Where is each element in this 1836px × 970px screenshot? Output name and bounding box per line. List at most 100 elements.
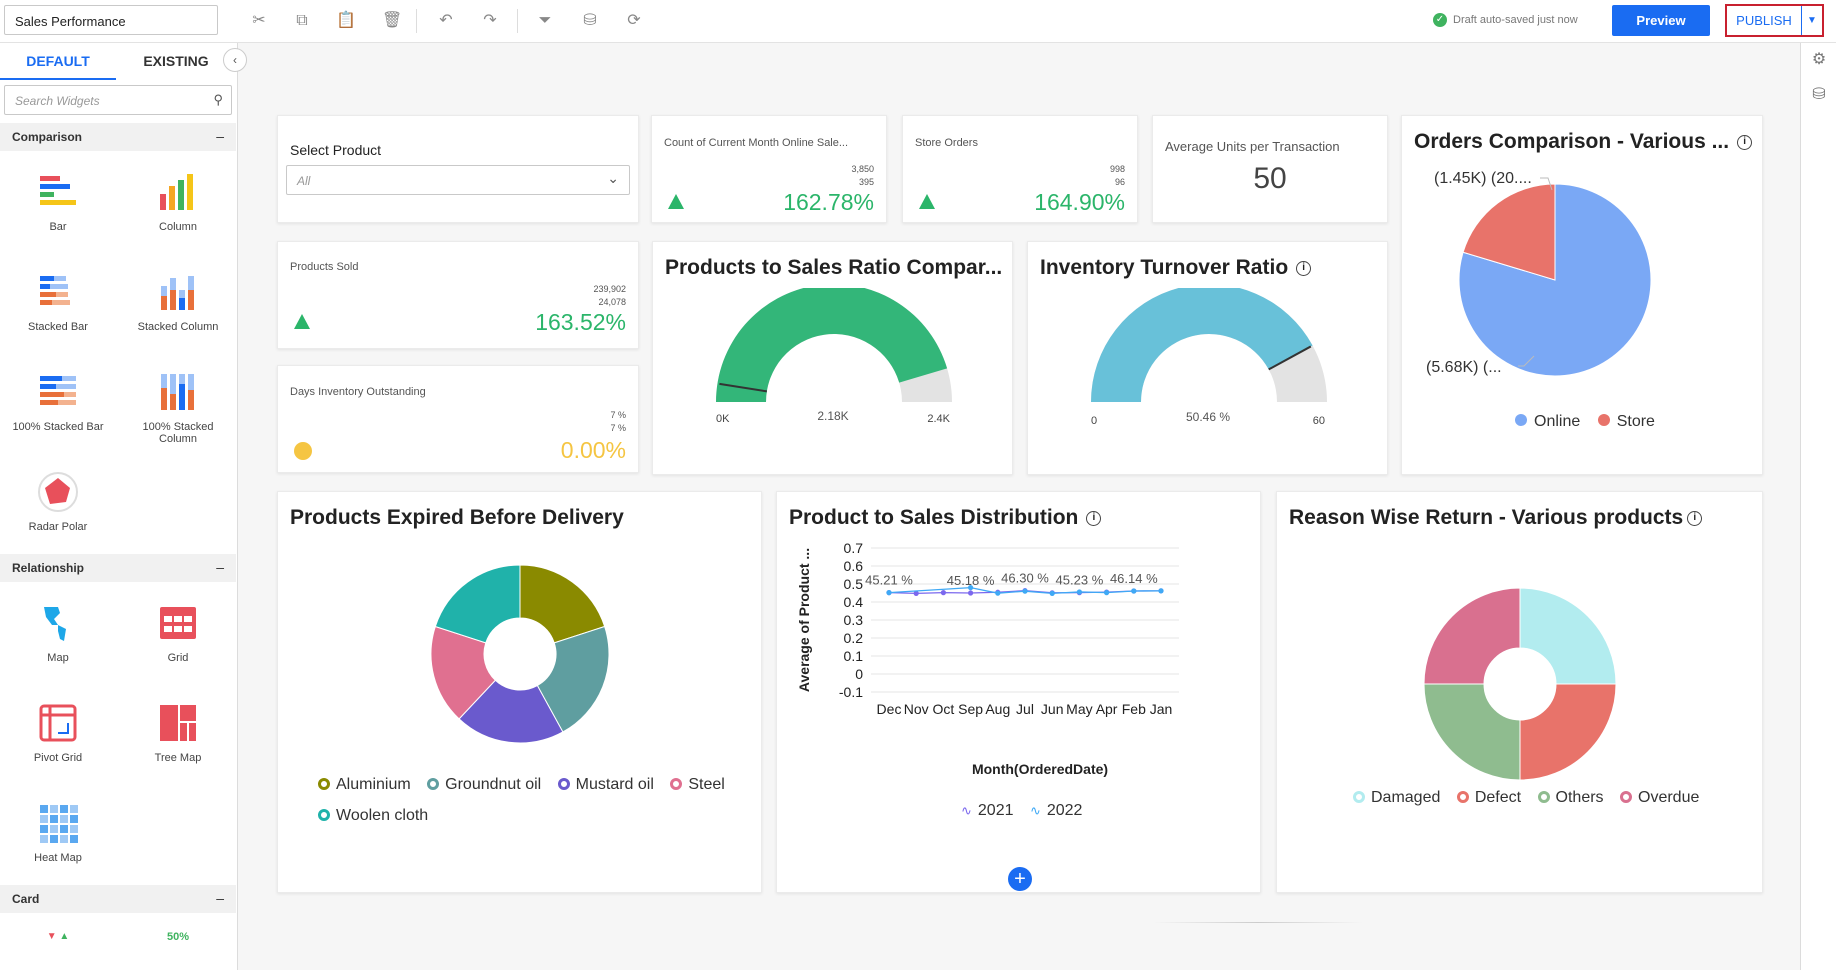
legend-item[interactable]: Groundnut oil: [427, 769, 541, 800]
widget-stacked-column[interactable]: Stacked Column: [128, 267, 228, 333]
legend-item[interactable]: Defect: [1456, 789, 1521, 807]
widget-grid[interactable]: Grid: [128, 598, 228, 664]
widget-100-stacked-bar[interactable]: 100% Stacked Bar: [8, 367, 108, 433]
data-point: [940, 590, 946, 596]
data-label: 45.23 %: [1056, 573, 1104, 588]
widget-radar-polar[interactable]: Radar Polar: [8, 467, 108, 533]
widget-title: Inventory Turnover Ratio i: [1040, 256, 1312, 280]
publish-button[interactable]: PUBLISH: [1727, 6, 1801, 35]
info-icon[interactable]: i: [1737, 134, 1753, 150]
data-source-icon[interactable]: ⛁: [580, 11, 600, 31]
data-label: 45.21 %: [865, 573, 913, 588]
bar-chart-icon: [8, 167, 108, 217]
gauge-min-label: 0K: [716, 413, 730, 425]
legend-item[interactable]: Overdue: [1620, 789, 1699, 807]
delete-icon[interactable]: 🗑: [382, 11, 402, 31]
legend-item[interactable]: ∿ 2021: [961, 802, 1014, 820]
info-icon[interactable]: i: [1296, 260, 1312, 276]
widget-pivot-grid[interactable]: Pivot Grid: [8, 698, 108, 764]
legend-item[interactable]: Others: [1537, 789, 1604, 807]
legend-item[interactable]: Aluminium: [318, 769, 411, 800]
neutral-indicator-icon: [294, 442, 312, 460]
widget-card-percent[interactable]: 50%: [128, 931, 228, 961]
info-icon[interactable]: i: [1687, 510, 1703, 526]
line-series-icon: ∿: [961, 803, 972, 818]
widget-100-stacked-column[interactable]: 100% Stacked Column: [128, 367, 228, 445]
gauge-min-label: 0: [1091, 415, 1097, 427]
section-comparison[interactable]: Comparison –: [0, 123, 236, 151]
database-icon[interactable]: ⛁: [1810, 86, 1828, 104]
x-tick-label: Jan: [1150, 701, 1173, 717]
widget-map[interactable]: Map: [8, 598, 108, 664]
search-widgets-input[interactable]: Search Widgets ⚲: [4, 85, 232, 115]
chevron-down-icon[interactable]: ⌄: [607, 170, 619, 187]
collapse-section-icon[interactable]: –: [216, 559, 224, 575]
copy-icon[interactable]: ⧉: [292, 11, 312, 31]
orders-pie-chart: (1.45K) (20.... (5.68K) (...: [1426, 170, 1652, 377]
legend-item[interactable]: Damaged: [1353, 789, 1440, 807]
legend-item[interactable]: Online: [1514, 413, 1580, 431]
y-tick-label: 0.4: [844, 594, 864, 610]
widget-heat-map[interactable]: Heat Map: [8, 798, 108, 864]
section-card[interactable]: Card –: [0, 885, 236, 913]
legend-item[interactable]: Steel: [670, 769, 725, 800]
undo-icon[interactable]: ↶: [436, 11, 456, 31]
legend-item[interactable]: Woolen cloth: [318, 800, 428, 831]
tab-default[interactable]: DEFAULT: [0, 43, 116, 80]
toolbar-divider: [517, 9, 518, 33]
y-tick-label: 0.7: [844, 542, 864, 556]
y-tick-label: 0: [855, 666, 863, 682]
add-widget-button[interactable]: +: [1008, 867, 1032, 891]
tab-existing[interactable]: EXISTING: [116, 43, 236, 80]
line-chart: 0.7 0.6 0.5 0.4 0.3 0.2 0.1 0 -0.1 Dec Nov Oct Sep Au…: [796, 542, 1179, 777]
redo-icon[interactable]: ↷: [480, 11, 500, 31]
pie-slice-others: [1423, 683, 1521, 781]
legend-item[interactable]: Mustard oil: [557, 769, 654, 800]
x-tick-label: Aug: [985, 701, 1010, 717]
gauge-chart: 0 50.46 % 60: [1091, 288, 1327, 427]
products-expired-widget: Products Expired Before Delivery Alumini…: [277, 491, 762, 893]
kpi-previous-value: 24,078: [598, 297, 626, 307]
up-arrow-icon: [294, 314, 310, 329]
radar-polar-icon: [8, 467, 108, 517]
settings-icon[interactable]: ⚙: [1810, 51, 1828, 69]
dashboard-title-input[interactable]: Sales Performance: [4, 5, 218, 35]
gauge-max-label: 60: [1313, 415, 1325, 427]
legend-item[interactable]: ∿ 2022: [1030, 802, 1083, 820]
cut-icon[interactable]: ✂: [249, 11, 269, 31]
info-icon[interactable]: i: [1086, 510, 1102, 526]
widget-tree-map[interactable]: Tree Map: [128, 698, 228, 764]
widget-column[interactable]: Column: [128, 167, 228, 233]
x-tick-label: Apr: [1096, 701, 1118, 717]
filter-icon[interactable]: ⏷: [535, 11, 555, 31]
section-relationship[interactable]: Relationship –: [0, 554, 236, 582]
collapse-section-icon[interactable]: –: [216, 890, 224, 906]
widget-bar[interactable]: Bar: [8, 167, 108, 233]
search-icon[interactable]: ⚲: [213, 92, 223, 108]
kpi-percent: 162.78%: [783, 189, 874, 215]
refresh-icon[interactable]: ⟳: [624, 11, 644, 31]
kpi-label: Average Units per Transaction: [1165, 139, 1340, 154]
data-label: 46.30 %: [1001, 571, 1049, 586]
preview-button[interactable]: Preview: [1612, 5, 1710, 36]
collapse-panel-icon[interactable]: ‹: [223, 48, 247, 72]
orders-comparison-widget: Orders Comparison - Various ... i (1.45K)…: [1401, 115, 1763, 475]
widget-title: Reason Wise Return - Various products i: [1289, 506, 1703, 530]
kpi-current-value: 7 %: [610, 410, 626, 420]
data-label-store: (1.45K) (20....: [1434, 170, 1532, 187]
y-axis-label: Average of Product ...: [796, 548, 812, 692]
kpi-previous-value: 395: [858, 177, 874, 187]
paste-icon[interactable]: 📋: [336, 11, 356, 31]
collapse-section-icon[interactable]: –: [216, 128, 224, 144]
legend-item[interactable]: Store: [1597, 413, 1655, 431]
product-dropdown[interactable]: All ⌄: [286, 165, 630, 195]
x-tick-label: Jul: [1016, 701, 1034, 717]
publish-dropdown-icon[interactable]: ▼: [1801, 6, 1822, 35]
data-point: [1158, 588, 1164, 594]
x-axis-label: Month(OrderedDate): [972, 761, 1108, 777]
y-tick-label: 0.2: [844, 630, 864, 646]
widget-stacked-bar[interactable]: Stacked Bar: [8, 267, 108, 333]
chart-legend: Aluminium Groundnut oil Mustard oil Stee…: [318, 769, 738, 831]
kpi-products-sold: Products Sold 239,902 24,078 163.52%: [277, 241, 639, 349]
widget-card-kpi[interactable]: ▼ ▲: [8, 931, 108, 961]
